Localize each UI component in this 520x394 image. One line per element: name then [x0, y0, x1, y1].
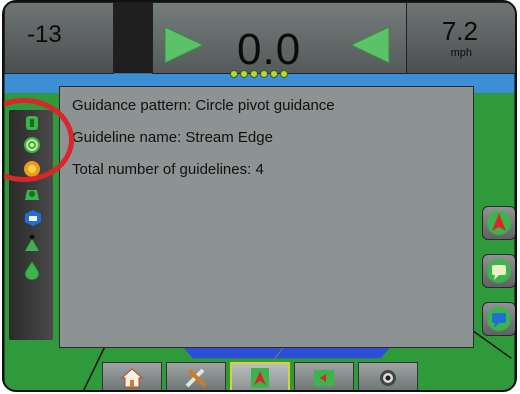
cross-track-box[interactable]: -13 [4, 2, 114, 74]
message-icon [487, 307, 511, 331]
camera-icon [380, 370, 396, 386]
guideline-name-text: Guideline name: Stream Edge [72, 129, 273, 146]
guideline-count-text: Total number of guidelines: 4 [72, 161, 264, 178]
guidance-screen: -13 0.0 7.2 mph Guidance pattern: Circle… [2, 0, 517, 392]
speed-box[interactable]: 7.2 mph [406, 2, 515, 74]
tab-map[interactable] [294, 362, 354, 390]
tab-tools[interactable] [166, 362, 226, 390]
vehicle-view-icon[interactable] [23, 208, 43, 228]
chat-button[interactable] [482, 254, 515, 288]
led [250, 70, 258, 78]
speed-value: 7.2 [441, 16, 478, 46]
bottom-nav [102, 362, 432, 390]
heading-arrow-icon [487, 211, 511, 235]
tab-guidance[interactable] [230, 362, 290, 390]
drop-icon[interactable] [23, 260, 41, 280]
tab-camera[interactable] [358, 362, 418, 390]
stream [182, 346, 391, 359]
a-point-icon[interactable] [23, 234, 41, 252]
right-toolbar [478, 202, 515, 350]
guidance-icon [251, 368, 269, 388]
led [230, 70, 238, 78]
tools-icon [185, 368, 207, 388]
led [280, 70, 288, 78]
tractor-icon[interactable] [23, 186, 41, 204]
chat-icon [487, 259, 511, 283]
led [240, 70, 248, 78]
cross-track-value: -13 [27, 21, 62, 48]
tab-home[interactable] [102, 362, 162, 390]
led [270, 70, 278, 78]
led [260, 70, 268, 78]
steer-left-arrow-icon [349, 26, 390, 64]
deviation-value: 0.0 [237, 25, 302, 74]
steer-right-arrow-icon [164, 26, 205, 64]
message-button[interactable] [482, 302, 515, 336]
lightbar-box[interactable]: 0.0 [152, 2, 408, 74]
guidance-pattern-text: Guidance pattern: Circle pivot guidance [72, 97, 335, 114]
home-icon [120, 368, 144, 388]
map-icon [314, 370, 334, 386]
heading-button[interactable] [482, 206, 515, 240]
guideline-info-panel: Guidance pattern: Circle pivot guidance … [59, 86, 474, 348]
speed-unit: mph [450, 47, 472, 59]
lightbar-leds [230, 70, 288, 78]
